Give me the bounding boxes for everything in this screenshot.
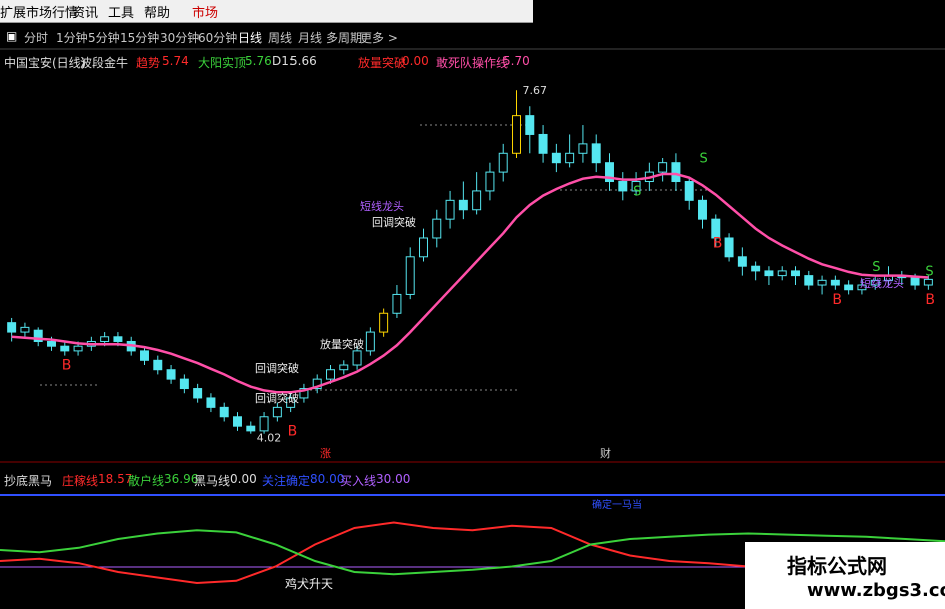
candle-body — [100, 336, 110, 342]
candle-body — [830, 279, 840, 286]
candle-body — [73, 345, 83, 352]
zhang-label: 涨 — [320, 447, 331, 460]
ma-line — [11, 172, 929, 394]
candle-body — [671, 162, 681, 183]
candle-body — [432, 218, 442, 239]
candle-body — [618, 181, 628, 192]
watermark-url: www.zbgs3.com — [807, 580, 945, 601]
sell-signal-label: S — [925, 265, 933, 280]
candle-body — [405, 256, 415, 295]
candle-body — [7, 322, 17, 333]
candle-body — [153, 359, 163, 371]
candle-body — [724, 237, 734, 258]
candle-body — [392, 293, 402, 314]
jiquan-label: 鸡犬升天 — [285, 576, 333, 591]
high-label: 7.67 — [523, 84, 548, 97]
candle-body — [458, 199, 468, 211]
candle-body — [698, 199, 707, 220]
cai-label: 财 — [600, 446, 611, 460]
candle-body — [538, 133, 548, 154]
candle-body — [684, 181, 694, 201]
candle-body — [20, 326, 30, 333]
watermark-title: 指标公式网 — [787, 554, 887, 578]
pullback-label: 回调突破 — [255, 391, 299, 405]
candle-body — [339, 364, 349, 371]
candle-body — [246, 425, 256, 432]
candle-body — [777, 270, 787, 277]
candle-body — [525, 115, 535, 135]
candle-body — [233, 416, 242, 427]
candle-body — [844, 284, 854, 291]
candle-body — [591, 143, 601, 164]
candle-body — [140, 350, 149, 361]
breakout-label: 放量突破 — [320, 337, 364, 351]
sell-signal-label: S — [872, 260, 880, 275]
sell-signal-label: S — [633, 185, 641, 200]
pullback-label: 回调突破 — [372, 215, 416, 229]
candle-body — [751, 265, 761, 272]
candle-body — [804, 275, 814, 286]
kline-chart[interactable]: 7.674.02BBBB BSSS S回调突破回调突破回调突破放量突破短线龙头短线龙… — [0, 0, 945, 609]
buy-signal-label: B — [288, 424, 298, 440]
candle-body — [923, 278, 933, 286]
candle-body — [219, 406, 229, 418]
candle-body — [565, 152, 575, 164]
candle-body — [47, 340, 56, 347]
candle-body — [166, 369, 176, 380]
short-leader-label: 短线龙头 — [360, 199, 404, 213]
candle-body — [578, 143, 588, 154]
candle-body — [445, 199, 455, 220]
candle-body — [485, 171, 495, 192]
candle-body — [272, 406, 282, 418]
short-leader-label: 短线龙头 — [860, 276, 904, 290]
candle-body — [737, 256, 747, 267]
buy-signal-label: B — [62, 358, 72, 374]
candle-body — [910, 276, 920, 286]
candle-body — [379, 312, 389, 333]
buy-signal-label: B — [925, 292, 935, 308]
candle-body — [817, 279, 827, 286]
candle-body — [365, 331, 375, 352]
candle-body — [419, 237, 428, 258]
pullback-label: 回调突破 — [255, 361, 299, 375]
candle-body — [472, 190, 482, 211]
candle-body — [60, 345, 70, 352]
candle-body — [179, 378, 189, 390]
candle-body — [259, 416, 269, 432]
candle-body — [791, 270, 800, 277]
sell-signal-label: S — [700, 152, 708, 167]
candle-body — [512, 115, 521, 154]
candle-body — [658, 162, 668, 173]
candle-body — [193, 388, 203, 399]
candle-body — [551, 152, 561, 164]
candle-body — [206, 397, 216, 408]
watermark: 指标公式网 www.zbgs3.com — [745, 542, 945, 609]
confirm-label: 确定一马当 — [592, 498, 642, 511]
candle-body — [326, 369, 335, 380]
candle-body — [764, 270, 774, 277]
candle-body — [113, 336, 123, 342]
candle-body — [352, 350, 362, 366]
low-label: 4.02 — [257, 432, 282, 445]
buy-signal-label: B — [713, 235, 723, 251]
buy-signal-label: B — [832, 292, 842, 308]
candle-body — [498, 152, 508, 173]
